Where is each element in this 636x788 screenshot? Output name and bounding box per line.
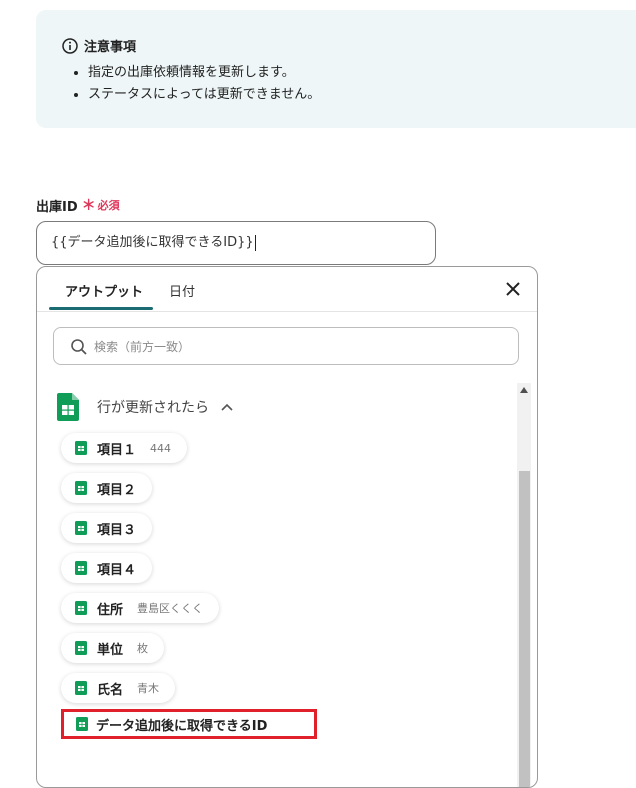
field-label-text: 出庫ID bbox=[36, 199, 78, 215]
scrollbar-thumb[interactable] bbox=[519, 471, 530, 787]
group-title: 行が更新されたら bbox=[97, 400, 209, 416]
output-item-koumoku4[interactable]: 項目４ bbox=[61, 553, 153, 583]
google-sheets-icon bbox=[75, 481, 87, 495]
output-item-koumoku3[interactable]: 項目３ bbox=[61, 513, 153, 543]
tab-bar: アウトプット 日付 bbox=[37, 267, 537, 312]
notice-title-text: 注意事項 bbox=[84, 40, 137, 55]
output-item-value: 青木 bbox=[137, 682, 160, 695]
output-item-label: 氏名 bbox=[97, 682, 124, 698]
notice-list: 指定の出庫依頼情報を更新します。 ステータスによっては更新できません。 bbox=[74, 62, 320, 106]
google-sheets-icon bbox=[75, 681, 87, 695]
output-item-label: 項目３ bbox=[97, 522, 137, 538]
search-box bbox=[53, 327, 519, 365]
search-input[interactable] bbox=[92, 336, 496, 358]
output-item-label: 項目２ bbox=[97, 482, 137, 498]
text-caret bbox=[254, 234, 256, 251]
output-list: 行が更新されたら 項目１ 444 項目２ 項目３ 項目４ 住所 豊島区くくく 単… bbox=[37, 379, 517, 787]
output-item-label: データ追加後に取得できるID bbox=[96, 718, 268, 734]
google-sheets-icon bbox=[75, 601, 87, 615]
shipment-id-input[interactable]: {{データ追加後に取得できるID}} bbox=[36, 221, 436, 265]
notice-item: 指定の出庫依頼情報を更新します。 bbox=[88, 62, 320, 84]
output-item-label: 項目１ bbox=[97, 442, 137, 458]
output-item-value: 枚 bbox=[137, 642, 149, 655]
required-mark: ＊ bbox=[81, 198, 96, 214]
active-tab-underline bbox=[49, 307, 153, 310]
output-item-label: 住所 bbox=[97, 602, 124, 618]
output-item-label: 単位 bbox=[97, 642, 124, 658]
notice-item: ステータスによっては更新できません。 bbox=[88, 84, 320, 106]
output-item-address[interactable]: 住所 豊島区くくく bbox=[61, 593, 220, 623]
output-item-added-id-highlighted[interactable]: データ追加後に取得できるID bbox=[61, 709, 317, 739]
output-item-label: 項目４ bbox=[97, 562, 137, 578]
output-item-unit[interactable]: 単位 枚 bbox=[61, 633, 165, 663]
scrollbar[interactable] bbox=[517, 383, 531, 787]
group-header-row-updated[interactable]: 行が更新されたら bbox=[57, 393, 233, 421]
tab-date[interactable]: 日付 bbox=[169, 281, 195, 300]
scroll-up-arrow-icon[interactable] bbox=[520, 387, 528, 393]
output-item-value: 豊島区くくく bbox=[137, 602, 204, 615]
google-sheets-icon bbox=[57, 393, 79, 421]
google-sheets-icon bbox=[75, 641, 87, 655]
variable-picker-panel: アウトプット 日付 行が更新されたら bbox=[36, 266, 538, 788]
info-icon bbox=[62, 37, 78, 54]
google-sheets-icon bbox=[75, 441, 87, 455]
search-icon bbox=[71, 339, 87, 355]
shipment-id-value: {{データ追加後に取得できるID}} bbox=[51, 235, 254, 250]
chevron-up-icon[interactable] bbox=[221, 403, 233, 411]
google-sheets-icon bbox=[76, 717, 88, 731]
tab-output[interactable]: アウトプット bbox=[65, 281, 143, 300]
close-icon[interactable] bbox=[503, 279, 523, 299]
google-sheets-icon bbox=[75, 521, 87, 535]
google-sheets-icon bbox=[75, 561, 87, 575]
output-item-value: 444 bbox=[150, 441, 172, 455]
notice-title: 注意事項 bbox=[62, 36, 136, 55]
output-item-koumoku1[interactable]: 項目１ 444 bbox=[61, 433, 188, 463]
required-text: 必須 bbox=[97, 199, 120, 212]
notice-box: 注意事項 指定の出庫依頼情報を更新します。 ステータスによっては更新できません。 bbox=[36, 10, 636, 128]
field-label: 出庫ID ＊ 必須 bbox=[36, 195, 120, 215]
output-item-koumoku2[interactable]: 項目２ bbox=[61, 473, 153, 503]
output-item-name[interactable]: 氏名 青木 bbox=[61, 673, 176, 703]
